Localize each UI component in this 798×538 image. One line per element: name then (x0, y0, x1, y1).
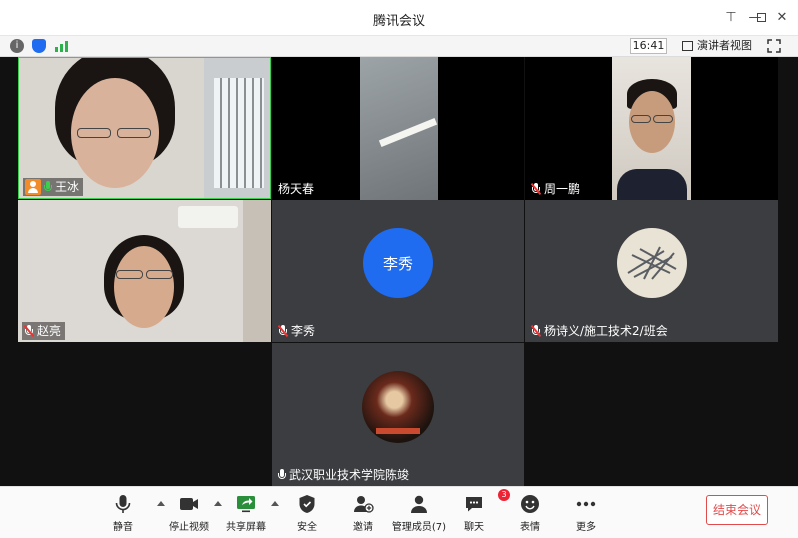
reactions-button[interactable]: 表情 (500, 493, 560, 537)
members-icon (408, 493, 430, 515)
shirt (617, 169, 687, 200)
participant-tile[interactable]: 武汉职业技术学院陈竣 (272, 343, 524, 486)
signal-icon[interactable] (55, 40, 69, 52)
shield-icon (296, 493, 318, 515)
smiley-icon (519, 493, 541, 515)
invite-button[interactable]: 邀请 (333, 493, 393, 537)
mic-muted-icon (24, 325, 34, 337)
more-icon (575, 493, 597, 515)
title-bar: 腾讯会议 ⊤ — ✕ (0, 0, 798, 36)
participant-tile[interactable]: 杨诗义/施工技术2/班会 (525, 200, 778, 342)
mic-icon (278, 469, 286, 481)
participant-tile[interactable]: 周一鹏 (525, 57, 778, 200)
avatar (617, 228, 687, 298)
window-bars (214, 78, 264, 188)
glasses (116, 270, 143, 279)
glasses (631, 115, 651, 123)
participant-name: 赵亮 (37, 324, 62, 338)
end-meeting-button[interactable]: 结束会议 (706, 495, 768, 525)
close-icon[interactable]: ✕ (772, 9, 792, 27)
glasses (77, 128, 111, 138)
nails-image-icon (627, 246, 677, 280)
meeting-time: 16:41 (630, 38, 667, 54)
invite-label: 邀请 (353, 522, 373, 533)
meeting-toolbar: 静音 停止视频 共享屏幕 安全 邀请 管理成员(7) 3 聊天 表情 更多 结束… (0, 486, 798, 538)
participant-name: 王冰 (55, 180, 80, 194)
avatar: 李秀 (363, 228, 433, 298)
window-title: 腾讯会议 (372, 14, 425, 29)
participant-tile[interactable]: 李秀 李秀 (272, 200, 524, 342)
poster-stripe (376, 428, 420, 434)
mic-muted-icon (531, 325, 541, 337)
participant-name-tag: 杨诗义/施工技术2/班会 (529, 322, 672, 340)
video-grid: 王冰 杨天春 周一鹏 赵亮 李秀 李秀 杨诗义/施工技术2/班会 武汉职业技术学… (0, 57, 798, 486)
participant-tile[interactable]: 赵亮 (18, 200, 271, 342)
participant-name-tag: 李秀 (276, 322, 319, 340)
glasses (117, 128, 151, 138)
info-icon[interactable]: i (10, 39, 24, 53)
security-button[interactable]: 安全 (277, 493, 337, 537)
participant-name-tag: 赵亮 (22, 322, 66, 340)
door-frame (243, 200, 271, 342)
mic-muted-icon (278, 325, 288, 337)
mic-muted-icon (531, 183, 541, 195)
glasses (146, 270, 173, 279)
add-user-icon (352, 493, 374, 515)
presenter-view-button[interactable]: 演讲者视图 (682, 38, 752, 54)
layout-icon (682, 41, 693, 51)
mute-button[interactable]: 静音 (93, 493, 153, 537)
more-button[interactable]: 更多 (556, 493, 616, 537)
security-label: 安全 (297, 522, 317, 533)
avatar-initials: 李秀 (382, 254, 413, 273)
manage-members-button[interactable]: 管理成员(7) (389, 493, 449, 537)
mute-label: 静音 (113, 522, 133, 533)
participant-name-tag: 杨天春 (276, 180, 318, 198)
air-conditioner (178, 206, 238, 228)
meeting-info-bar: i 16:41 演讲者视图 (0, 36, 798, 57)
chat-label: 聊天 (464, 522, 484, 533)
participant-name-tag: 周一鹏 (529, 180, 584, 198)
chat-icon: 3 (463, 489, 510, 515)
microphone-icon (112, 493, 134, 515)
host-icon (25, 179, 41, 195)
stop-video-label: 停止视频 (169, 522, 209, 533)
mic-active-icon (44, 181, 52, 193)
pin-icon[interactable]: ⊤ (721, 9, 741, 27)
participant-name: 李秀 (291, 324, 316, 338)
stop-video-button[interactable]: 停止视频 (159, 493, 219, 537)
glasses (653, 115, 673, 123)
share-screen-button[interactable]: 共享屏幕 (216, 493, 276, 537)
maximize-icon[interactable] (750, 9, 770, 27)
share-screen-label: 共享屏幕 (226, 522, 266, 533)
participant-name: 武汉职业技术学院陈竣 (289, 468, 410, 482)
participant-tile[interactable]: 王冰 (18, 57, 271, 199)
shield-icon[interactable] (32, 39, 46, 53)
camera-icon (178, 493, 200, 515)
participant-name: 周一鹏 (544, 182, 581, 196)
fullscreen-icon[interactable] (767, 38, 781, 53)
participant-name-tag: 王冰 (23, 178, 84, 196)
avatar (362, 371, 434, 443)
reactions-label: 表情 (520, 522, 540, 533)
presenter-view-label: 演讲者视图 (697, 39, 752, 52)
participant-name-tag: 武汉职业技术学院陈竣 (276, 466, 413, 484)
more-label: 更多 (576, 522, 596, 533)
participant-tile[interactable]: 杨天春 (272, 57, 524, 200)
share-screen-icon (235, 493, 257, 515)
face (114, 246, 174, 328)
members-label: 管理成员(7) (391, 522, 447, 533)
chat-button[interactable]: 3 聊天 (444, 489, 510, 537)
participant-name: 杨诗义/施工技术2/班会 (544, 324, 668, 338)
participant-name: 杨天春 (278, 182, 315, 196)
